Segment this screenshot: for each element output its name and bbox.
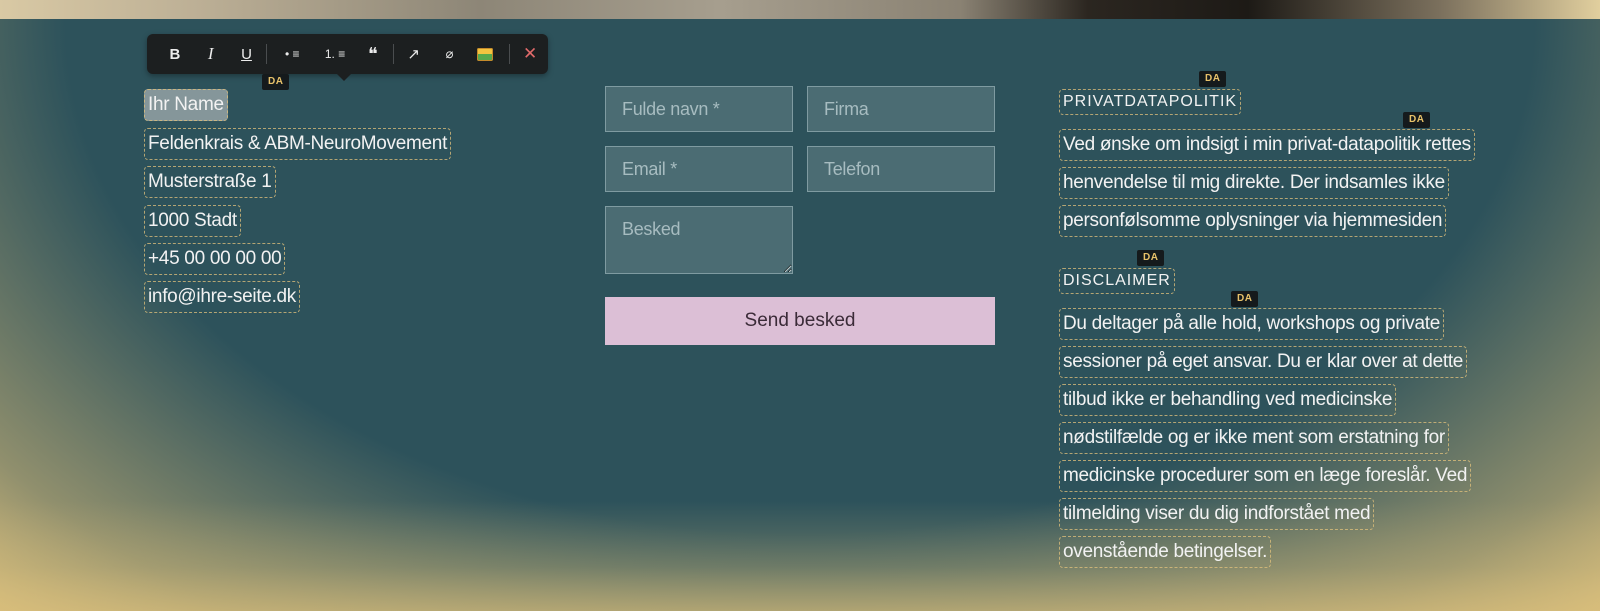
privacy-text-line[interactable]: Ved ønske om indsigt i min privat-datapo…	[1059, 129, 1475, 161]
close-icon[interactable]: ✕	[512, 34, 548, 74]
image-icon	[477, 47, 494, 61]
numbered-list-icon[interactable]: 1. ≡	[315, 34, 355, 74]
disclaimer-text-line[interactable]: nødstilfælde og er ikke ment som erstatn…	[1059, 422, 1449, 454]
phone-input[interactable]	[807, 146, 995, 192]
send-message-button[interactable]: Send besked	[605, 297, 995, 345]
image-button[interactable]	[467, 34, 503, 74]
disclaimer-text-line[interactable]: tilmelding viser du dig indforstået med	[1059, 498, 1375, 530]
toolbar-divider	[266, 44, 268, 64]
language-badge: DA	[262, 74, 290, 90]
company-input[interactable]	[807, 86, 995, 132]
message-textarea[interactable]	[605, 206, 793, 274]
underline-icon[interactable]: U	[229, 34, 265, 74]
disclaimer-text-line[interactable]: tilbud ikke er behandling ved medicinske	[1059, 384, 1397, 416]
privacy-text-line[interactable]: personfølsomme oplysninger via hjemmesid…	[1059, 205, 1447, 237]
quote-icon[interactable]: ❝	[355, 34, 391, 74]
link-icon[interactable]: ↗	[396, 34, 432, 74]
contact-phone[interactable]: +45 00 00 00 00	[144, 243, 286, 275]
disclaimer-text-line[interactable]: medicinske procedurer som en læge foresl…	[1059, 460, 1472, 492]
privacy-heading[interactable]: PRIVATDATAPOLITIK	[1059, 89, 1242, 115]
hero-image-strip	[0, 0, 1600, 19]
rich-text-toolbar: B I U • ≡ 1. ≡ ❝ ↗ ⌀ ✕	[147, 34, 548, 81]
language-badge: DA	[1137, 250, 1165, 266]
bold-icon[interactable]: B	[157, 34, 193, 74]
contact-city[interactable]: 1000 Stadt	[144, 205, 241, 237]
language-badge: DA	[1199, 71, 1227, 87]
email-input[interactable]	[605, 146, 793, 192]
disclaimer-text-line[interactable]: sessioner på eget ansvar. Du er klar ove…	[1059, 346, 1468, 378]
disclaimer-heading[interactable]: DISCLAIMER	[1059, 268, 1175, 294]
bullet-list-icon[interactable]: • ≡	[269, 34, 315, 74]
language-badge: DA	[1403, 112, 1431, 128]
privacy-text-line[interactable]: henvendelse til mig direkte. Der indsaml…	[1059, 167, 1449, 199]
contact-email[interactable]: info@ihre-seite.dk	[144, 281, 301, 313]
language-badge: DA	[1231, 291, 1259, 307]
contact-business[interactable]: Feldenkrais & ABM-NeuroMovement	[144, 128, 452, 160]
unlink-icon[interactable]: ⌀	[432, 34, 468, 74]
toolbar-padding	[147, 34, 157, 74]
toolbar-divider	[509, 44, 511, 64]
italic-icon[interactable]: I	[193, 34, 229, 74]
toolbar-divider	[392, 44, 394, 64]
disclaimer-text-line[interactable]: ovenstående betingelser.	[1059, 536, 1272, 568]
full-name-input[interactable]	[605, 86, 793, 132]
contact-name[interactable]: Ihr Name	[144, 89, 228, 121]
contact-street[interactable]: Musterstraße 1	[144, 166, 276, 198]
disclaimer-text-line[interactable]: Du deltager på alle hold, workshops og p…	[1059, 308, 1444, 340]
